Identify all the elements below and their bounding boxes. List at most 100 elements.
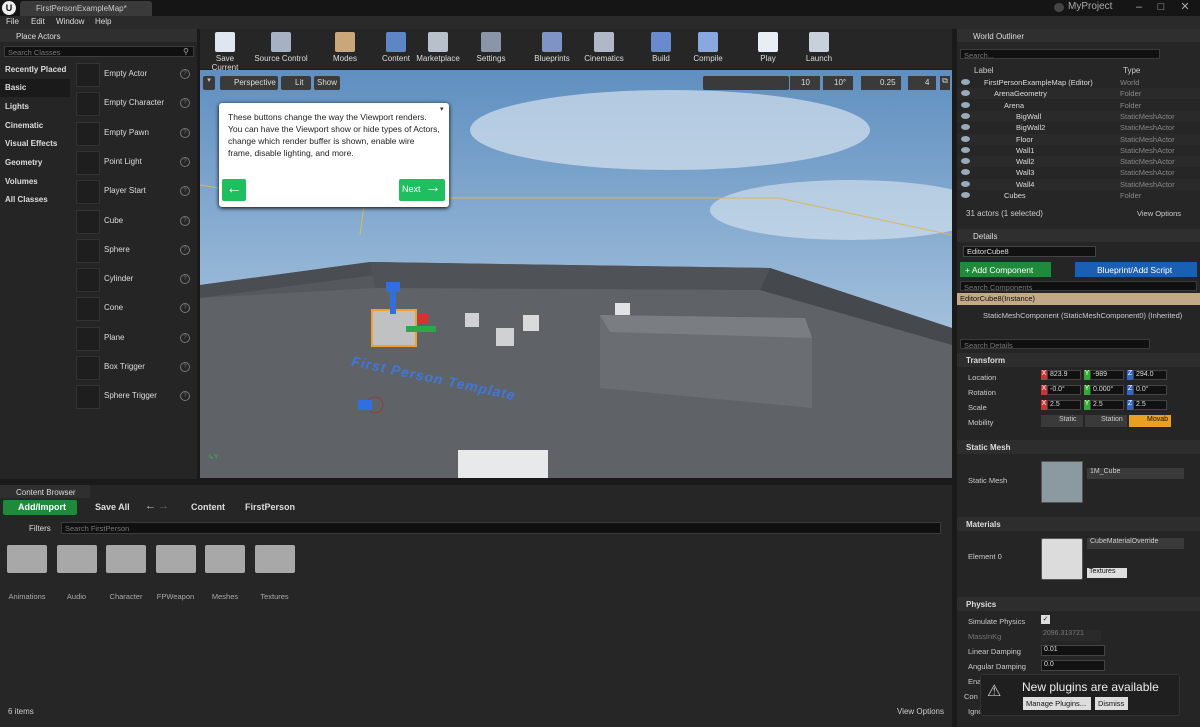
- menu-edit[interactable]: Edit: [31, 17, 45, 26]
- filters-button[interactable]: Filters: [29, 524, 51, 533]
- toolbar-play[interactable]: Play: [754, 29, 782, 69]
- menu-help[interactable]: Help: [95, 17, 111, 26]
- visibility-eye-icon[interactable]: [961, 124, 970, 131]
- maximize-viewport-icon[interactable]: ⧉: [940, 76, 950, 90]
- blueprint-add-script-button[interactable]: Blueprint/Add Script: [1075, 262, 1197, 277]
- toolbar-save-current[interactable]: Save Current: [202, 29, 248, 72]
- materials-section[interactable]: Materials: [957, 517, 1200, 531]
- camera-speed-value[interactable]: 4: [908, 76, 936, 90]
- visibility-eye-icon[interactable]: [961, 192, 970, 198]
- grid-snap-value[interactable]: 10: [790, 76, 820, 90]
- add-component-button[interactable]: + Add Component: [960, 262, 1051, 277]
- menu-file[interactable]: File: [6, 17, 19, 26]
- outliner-search-input[interactable]: Search...: [960, 49, 1160, 60]
- toolbar-blueprints[interactable]: Blueprints: [530, 29, 574, 69]
- path-content[interactable]: Content: [191, 502, 225, 512]
- toolbar-cinematics[interactable]: Cinematics: [582, 29, 626, 69]
- help-icon[interactable]: ?: [180, 274, 190, 285]
- outliner-row[interactable]: Wall2 StaticMeshActor: [957, 156, 1200, 168]
- minimize-icon[interactable]: –: [1130, 0, 1148, 14]
- actor-item[interactable]: Box Trigger?: [72, 354, 194, 381]
- component-row[interactable]: StaticMeshComponent (StaticMeshComponent…: [983, 311, 1182, 320]
- toolbar-marketplace[interactable]: Marketplace: [415, 29, 461, 69]
- outliner-row[interactable]: BigWall StaticMeshActor: [957, 110, 1200, 122]
- mass-input[interactable]: 2096.313721: [1041, 630, 1101, 641]
- scl-y-input[interactable]: 2.5: [1090, 400, 1124, 410]
- path-firstperson[interactable]: FirstPerson: [245, 502, 295, 512]
- category-volumes[interactable]: Volumes: [0, 173, 70, 191]
- toolbar-compile[interactable]: Compile: [690, 29, 726, 69]
- angular-damping-input[interactable]: 0.0: [1041, 660, 1105, 671]
- toolbar-build[interactable]: Build: [649, 29, 673, 69]
- cb-view-options[interactable]: View Options: [897, 707, 944, 716]
- scl-x-input[interactable]: 2.5: [1047, 400, 1081, 410]
- manage-plugins-button[interactable]: Manage Plugins...: [1023, 697, 1091, 710]
- linear-damping-input[interactable]: 0.01: [1041, 645, 1105, 656]
- help-icon[interactable]: ?: [180, 186, 190, 197]
- loc-z-input[interactable]: 294.0: [1133, 370, 1167, 380]
- visibility-eye-icon[interactable]: [961, 135, 970, 142]
- actor-item[interactable]: Sphere Trigger?: [72, 383, 194, 410]
- category-recently-placed[interactable]: Recently Placed: [0, 61, 70, 79]
- physics-section[interactable]: Physics: [957, 597, 1200, 611]
- menu-window[interactable]: Window: [56, 17, 84, 26]
- textures-dropdown[interactable]: Textures: [1087, 568, 1127, 578]
- popup-menu-icon[interactable]: ▾: [440, 105, 444, 113]
- simulate-physics-checkbox[interactable]: ✓: [1041, 615, 1050, 624]
- actor-item[interactable]: Plane?: [72, 325, 194, 352]
- help-icon[interactable]: ?: [180, 98, 190, 109]
- actor-item[interactable]: Sphere?: [72, 237, 194, 264]
- search-classes-input[interactable]: Search Classes: [4, 46, 194, 57]
- visibility-eye-icon[interactable]: [961, 112, 970, 119]
- visibility-eye-icon[interactable]: [961, 158, 970, 165]
- visibility-eye-icon[interactable]: [961, 169, 970, 176]
- visibility-eye-icon[interactable]: [961, 180, 970, 187]
- outliner-row[interactable]: Floor StaticMeshActor: [957, 133, 1200, 145]
- outliner-row[interactable]: Cubes Folder: [957, 190, 1200, 201]
- forward-nav-icon[interactable]: →: [158, 500, 169, 512]
- lit-button[interactable]: Lit: [281, 76, 311, 90]
- search-details-input[interactable]: Search Details: [960, 339, 1150, 350]
- help-icon[interactable]: ?: [180, 127, 190, 138]
- static-mesh-section[interactable]: Static Mesh: [957, 440, 1200, 454]
- col-type[interactable]: Type: [1123, 66, 1140, 75]
- toolbar-source-control[interactable]: Source Control: [254, 29, 308, 69]
- folder-icon[interactable]: [56, 545, 97, 573]
- material-picker[interactable]: CubeMaterialOverride: [1087, 538, 1184, 549]
- static-mesh-picker[interactable]: 1M_Cube: [1087, 468, 1184, 479]
- level-viewport[interactable]: First Person Template ▾ Perspective Lit …: [200, 70, 952, 478]
- actor-name-input[interactable]: EditorCube8: [963, 246, 1096, 257]
- help-icon[interactable]: ?: [180, 156, 190, 167]
- add-import-button[interactable]: Add/Import: [3, 500, 77, 515]
- category-geometry[interactable]: Geometry: [0, 154, 70, 172]
- viewport-options-icon[interactable]: ▾: [203, 76, 215, 90]
- help-icon[interactable]: ?: [180, 303, 190, 314]
- back-arrow-button[interactable]: ←: [222, 179, 246, 201]
- actor-item[interactable]: Cone?: [72, 295, 194, 322]
- mobility-stationary[interactable]: Station: [1085, 415, 1127, 427]
- rotation-snap-value[interactable]: 10°: [823, 76, 853, 90]
- search-components-input[interactable]: Search Components: [960, 281, 1197, 292]
- toolbar-launch[interactable]: Launch: [804, 29, 834, 69]
- outliner-row[interactable]: Arena Folder: [957, 100, 1200, 111]
- loc-y-input[interactable]: -989: [1090, 370, 1124, 380]
- folder-icon[interactable]: [106, 545, 146, 573]
- actor-item[interactable]: Empty Actor?: [72, 61, 194, 88]
- save-all-button[interactable]: Save All: [95, 502, 130, 512]
- col-label[interactable]: Label: [974, 66, 994, 75]
- search-content-input[interactable]: Search FirstPerson: [61, 522, 941, 534]
- visibility-eye-icon[interactable]: [961, 79, 970, 85]
- close-icon[interactable]: ✕: [1176, 0, 1194, 14]
- folder-icon[interactable]: [7, 545, 47, 573]
- scl-z-input[interactable]: 2.5: [1133, 400, 1167, 410]
- outliner-row[interactable]: FirstPersonExampleMap (Editor) World: [957, 77, 1200, 88]
- scale-snap-value[interactable]: 0.25: [861, 76, 901, 90]
- show-button[interactable]: Show: [314, 76, 340, 90]
- perspective-button[interactable]: Perspective: [220, 76, 278, 90]
- maximize-icon[interactable]: □: [1152, 0, 1170, 14]
- visibility-eye-icon[interactable]: [961, 146, 970, 153]
- category-all-classes[interactable]: All Classes: [0, 191, 70, 209]
- outliner-row[interactable]: Wall4 StaticMeshActor: [957, 178, 1200, 190]
- loc-x-input[interactable]: 823.9: [1047, 370, 1081, 380]
- visibility-eye-icon[interactable]: [961, 101, 970, 108]
